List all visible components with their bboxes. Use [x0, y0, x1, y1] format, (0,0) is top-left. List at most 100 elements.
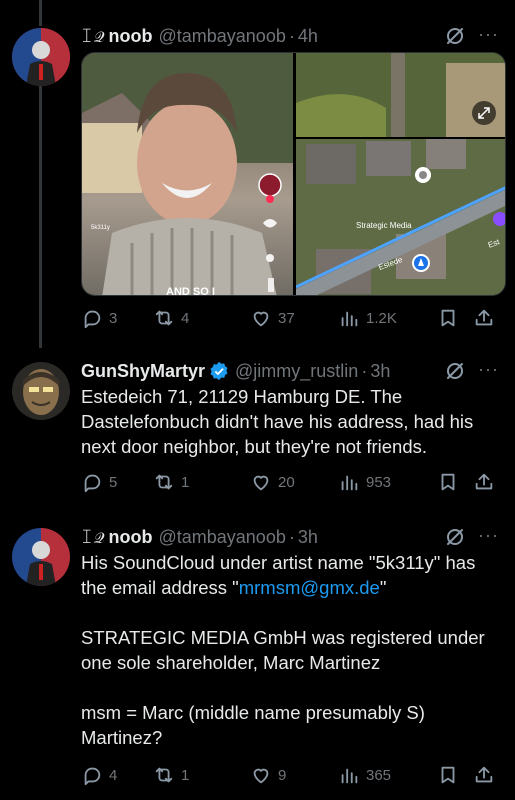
avatar-image [12, 528, 70, 586]
repost-button[interactable]: 1 [153, 471, 250, 493]
repost-button[interactable]: 4 [153, 307, 250, 329]
video-caption-text: AND SO I [166, 286, 215, 296]
display-name[interactable]: noob [109, 26, 153, 47]
views-icon [341, 768, 358, 784]
photo-thumbnail[interactable] [296, 53, 505, 137]
reply-icon [84, 767, 101, 786]
timestamp[interactable]: 3h [370, 361, 390, 382]
email-link[interactable]: mrmsm@gmx.de [239, 577, 380, 598]
media-grid[interactable]: 5k311y AND SO I Strategic Media Estede E… [81, 52, 506, 296]
reply-button[interactable]: 3 [81, 307, 153, 329]
view-count: 365 [366, 766, 392, 784]
grok-icon[interactable] [445, 361, 465, 381]
like-button[interactable]: 9 [250, 764, 338, 786]
name-glyph: ꀤ𝒬 [81, 530, 106, 547]
paragraph-text-end: " [379, 577, 387, 598]
repost-count: 1 [181, 473, 190, 491]
views-icon [341, 311, 358, 327]
name-glyph: ꀤ𝒬 [81, 29, 106, 46]
tweet-2[interactable]: GunShyMartyr @jimmy_rustlin · 3h ··· Est… [0, 348, 515, 508]
map-label-strategic-media: Strategic Media [356, 221, 412, 230]
separator-dot: · [361, 360, 368, 381]
tweet-text: His SoundCloud under artist name "5k311y… [81, 550, 497, 750]
avatar[interactable] [12, 362, 70, 420]
reply-count: 4 [109, 766, 118, 784]
bookmark-button[interactable] [437, 764, 473, 786]
avatar[interactable] [12, 28, 70, 86]
repost-count: 1 [181, 766, 190, 784]
view-count: 1.2K [366, 309, 397, 327]
tweet-actions: 3 4 37 1.2K [81, 306, 503, 330]
bookmark-icon [441, 473, 455, 491]
bookmark-icon [441, 309, 455, 327]
repost-icon [155, 310, 173, 326]
like-count: 9 [278, 766, 287, 784]
user-handle[interactable]: @tambayanoob [158, 527, 285, 548]
tweet-paragraph-2: STRATEGIC MEDIA GmbH was registered unde… [81, 627, 485, 673]
avatar-image [12, 28, 70, 86]
more-options-icon[interactable]: ··· [478, 24, 499, 45]
like-count: 37 [278, 309, 295, 327]
view-count: 953 [366, 473, 392, 491]
more-options-icon[interactable]: ··· [478, 359, 499, 380]
tweet-header: ꀤ𝒬 noob @tambayanoob · 4h ··· [81, 24, 505, 48]
verified-badge-icon [210, 361, 228, 381]
bookmark-icon [441, 766, 455, 784]
tweet-actions: 4 1 9 365 [81, 763, 503, 787]
repost-count: 4 [181, 309, 190, 327]
avatar-image [12, 362, 70, 420]
reply-count: 3 [109, 309, 118, 327]
tweet-paragraph-1: His SoundCloud under artist name "5k311y… [81, 550, 497, 600]
reply-button[interactable]: 5 [81, 471, 153, 493]
map-frame [295, 139, 505, 295]
repost-button[interactable]: 1 [153, 764, 250, 786]
separator-dot: · [288, 526, 295, 547]
tweet-actions: 5 1 20 953 [81, 470, 503, 494]
reply-icon [84, 474, 101, 493]
map-thumbnail[interactable]: Strategic Media Estede Est edeich [295, 139, 505, 295]
heart-icon [253, 475, 269, 491]
grok-icon[interactable] [445, 527, 465, 547]
share-icon [475, 473, 493, 490]
display-name[interactable]: GunShyMartyr [81, 361, 205, 382]
tweet-text: Estedeich 71, 21129 Hamburg DE. The Dast… [81, 386, 474, 457]
tweet-3[interactable]: ꀤ𝒬 noob @tambayanoob · 3h ··· His SoundC… [0, 514, 515, 800]
avatar[interactable] [12, 528, 70, 586]
share-button[interactable] [473, 764, 495, 786]
views-button[interactable]: 1.2K [338, 307, 437, 329]
views-button[interactable]: 365 [338, 764, 437, 786]
timestamp[interactable]: 4h [298, 26, 318, 47]
heart-icon [253, 768, 269, 784]
like-button[interactable]: 20 [250, 471, 338, 493]
grok-icon[interactable] [445, 26, 465, 46]
bookmark-button[interactable] [437, 307, 473, 329]
tweet-1[interactable]: ꀤ𝒬 noob @tambayanoob · 4h ··· 5k311y AND… [0, 0, 515, 340]
bookmark-button[interactable] [437, 471, 473, 493]
heart-icon [253, 311, 269, 327]
tweet-paragraph-3: msm = Marc (middle name presumably S) Ma… [81, 702, 425, 748]
share-button[interactable] [473, 307, 495, 329]
like-button[interactable]: 37 [250, 307, 338, 329]
separator-dot: · [288, 25, 295, 46]
display-name[interactable]: noob [109, 527, 153, 548]
views-button[interactable]: 953 [338, 471, 437, 493]
repost-icon [155, 767, 173, 783]
tweet-header: ꀤ𝒬 noob @tambayanoob · 3h ··· [81, 525, 505, 549]
like-count: 20 [278, 473, 295, 491]
repost-icon [155, 474, 173, 490]
photo-frame [296, 53, 505, 137]
more-options-icon[interactable]: ··· [478, 525, 499, 546]
user-handle[interactable]: @tambayanoob [158, 26, 285, 47]
share-button[interactable] [473, 471, 495, 493]
share-icon [475, 309, 493, 326]
tweet-header: GunShyMartyr @jimmy_rustlin · 3h ··· [81, 359, 505, 383]
share-icon [475, 766, 493, 783]
reply-button[interactable]: 4 [81, 764, 153, 786]
reply-count: 5 [109, 473, 118, 491]
timestamp[interactable]: 3h [298, 527, 318, 548]
video-thumbnail[interactable]: 5k311y AND SO I [82, 53, 293, 296]
user-handle[interactable]: @jimmy_rustlin [235, 361, 358, 382]
views-icon [341, 475, 358, 491]
reply-icon [84, 310, 101, 329]
video-frame [82, 53, 293, 295]
